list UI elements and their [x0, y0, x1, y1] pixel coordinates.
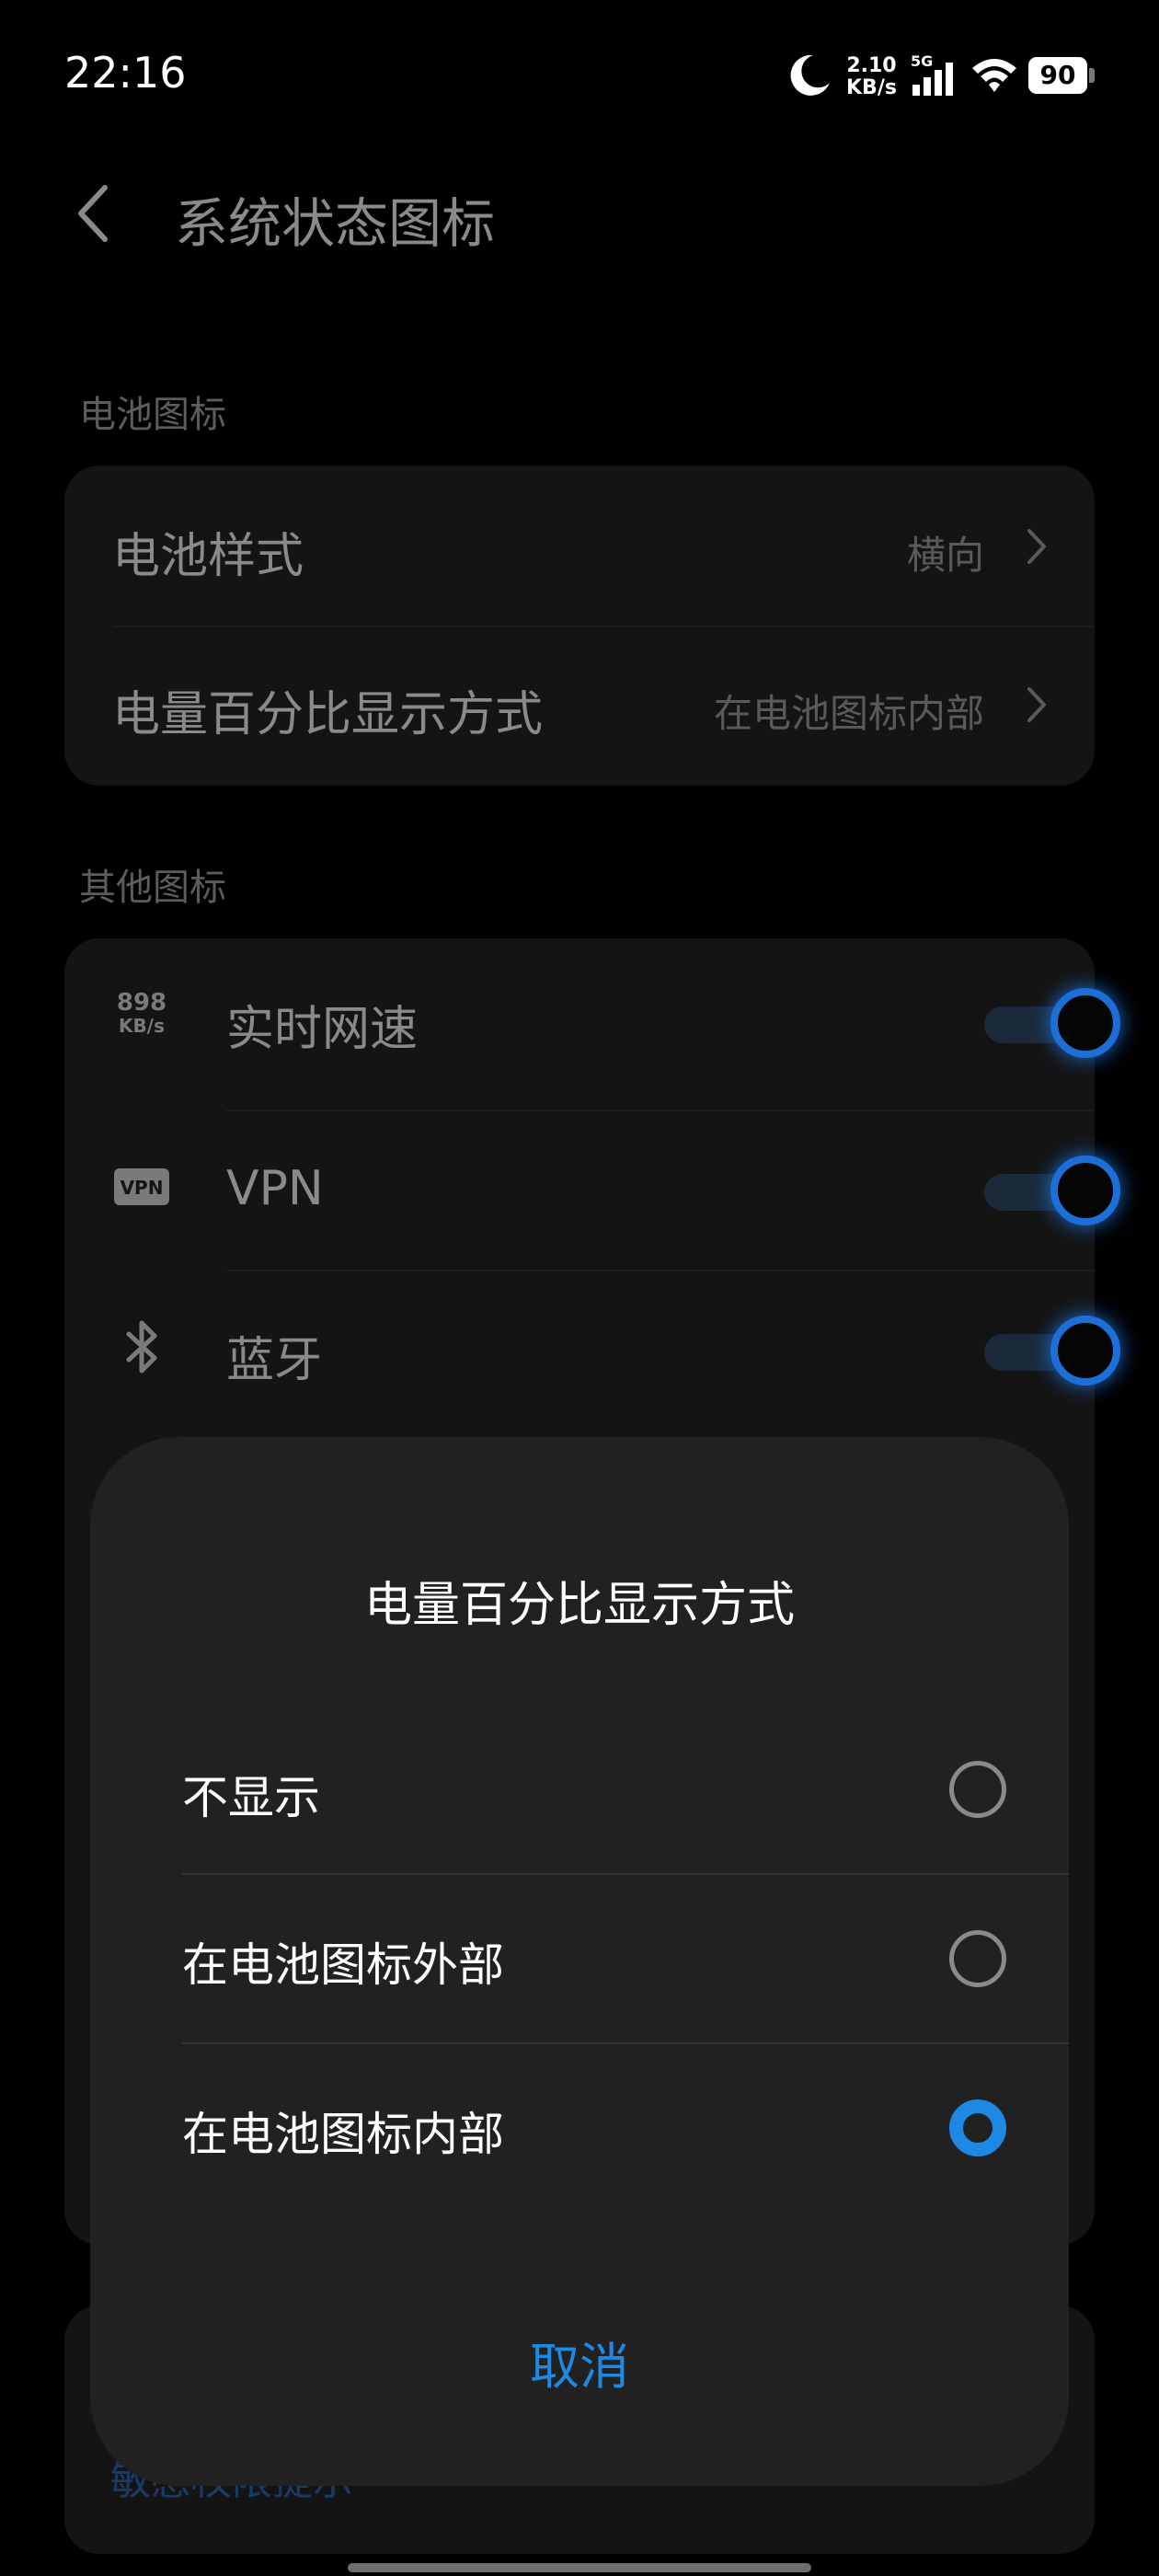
option-label: 不显示: [182, 1771, 320, 1824]
row-value: 在电池图标内部: [713, 691, 984, 736]
do-not-disturb-moon-icon: [790, 54, 830, 96]
dialog-title: 电量百分比显示方式: [363, 1578, 795, 1633]
radio-unselected[interactable]: [949, 1761, 1006, 1818]
svg-text:VPN: VPN: [120, 1177, 164, 1199]
cellular-signal-icon: 5G: [911, 53, 953, 96]
option-outside-battery[interactable]: 在电池图标外部: [90, 1875, 1069, 2044]
network-type-label: 5G: [911, 53, 933, 70]
status-time: 22:16: [64, 48, 187, 98]
toggle-knob: [1050, 988, 1120, 1058]
radio-unselected[interactable]: [949, 1930, 1006, 1987]
vpn-icon: VPN: [114, 1168, 169, 1205]
toggle-switch-on[interactable]: [984, 1316, 1122, 1386]
row-battery-style[interactable]: 电池样式 横向: [64, 466, 1095, 626]
row-label: VPN: [226, 1161, 324, 1216]
row-label: 实时网速: [226, 1002, 419, 1057]
option-label: 在电池图标外部: [182, 1938, 504, 1992]
toggle-knob: [1050, 1316, 1120, 1386]
row-bluetooth[interactable]: 蓝牙: [64, 1270, 1120, 1430]
option-inside-battery[interactable]: 在电池图标内部: [90, 2044, 1069, 2214]
cancel-button[interactable]: 取消: [90, 2326, 1069, 2398]
wifi-icon: [972, 59, 1016, 92]
svg-text:898: 898: [117, 989, 166, 1017]
row-net-speed[interactable]: 898 KB/s 实时网速: [64, 938, 1120, 1098]
section-label-other-icons: 其他图标: [79, 867, 226, 909]
row-value: 横向: [906, 533, 984, 578]
row-label: 电池样式: [112, 529, 304, 584]
home-indicator[interactable]: [348, 2563, 811, 2572]
row-vpn[interactable]: VPN VPN: [64, 1110, 1120, 1270]
section-label-battery: 电池图标: [79, 394, 226, 436]
toggle-switch-on[interactable]: [984, 988, 1122, 1058]
row-label: 电量百分比显示方式: [112, 687, 544, 742]
battery-settings-card: 电池样式 横向 电量百分比显示方式 在电池图标内部: [64, 466, 1095, 786]
chevron-right-icon: [1027, 529, 1046, 564]
back-arrow-icon[interactable]: [74, 184, 110, 243]
battery-icon: 90: [1028, 57, 1095, 94]
percentage-mode-dialog: 电量百分比显示方式 不显示 在电池图标外部 在电池图标内部 取消: [90, 1437, 1069, 2486]
row-battery-percentage-mode[interactable]: 电量百分比显示方式 在电池图标内部: [64, 626, 1095, 786]
page-title: 系统状态图标: [175, 192, 496, 255]
option-label: 在电池图标内部: [182, 2108, 504, 2161]
row-label: 蓝牙: [226, 1333, 323, 1388]
net-speed-indicator: 2.10 KB/s: [846, 54, 897, 99]
toggle-switch-on[interactable]: [984, 1156, 1122, 1225]
net-speed-icon: 898 KB/s: [117, 989, 166, 1037]
option-hide[interactable]: 不显示: [90, 1704, 1069, 1873]
status-bar: 22:16 2.10 KB/s 5G 90: [0, 0, 1159, 147]
radio-selected[interactable]: [949, 2099, 1006, 2156]
battery-level: 90: [1028, 57, 1087, 94]
svg-text:KB/s: KB/s: [119, 1015, 165, 1037]
toggle-knob: [1050, 1156, 1120, 1225]
chevron-right-icon: [1027, 687, 1046, 722]
battery-tip: [1089, 68, 1095, 83]
bluetooth-icon: [126, 1320, 157, 1374]
